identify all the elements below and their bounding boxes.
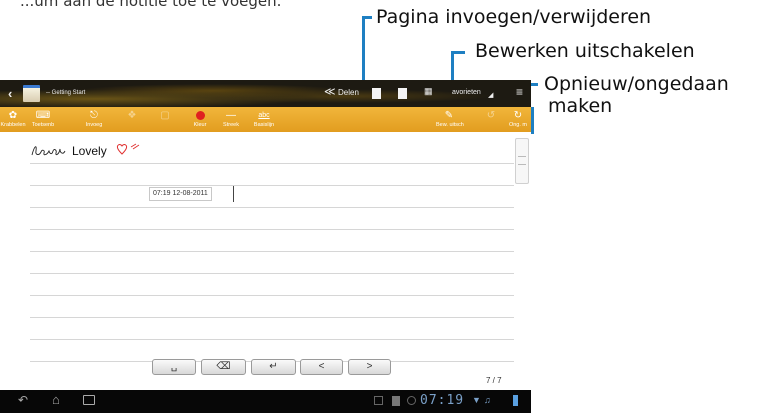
toolbar-undo[interactable]: ↺ xyxy=(478,109,504,131)
recent-apps-icon[interactable] xyxy=(83,395,95,405)
undo-icon: ↺ xyxy=(486,110,496,121)
scrollbar[interactable] xyxy=(515,138,529,184)
cursor-right-key[interactable]: > xyxy=(348,359,391,375)
cursor-left-key[interactable]: < xyxy=(300,359,343,375)
status-time: 07:19 xyxy=(420,393,465,408)
share-icon[interactable]: ≪ xyxy=(324,87,336,98)
app-screenshot: ‹ -- Getting Start ≪ Delen ▦ avorieten ◢… xyxy=(0,80,531,413)
toolbar-baseline[interactable]: abc Basislijn xyxy=(251,109,277,131)
menu-icon[interactable]: ≡ xyxy=(516,86,523,98)
toolbar-scribble[interactable]: ✿ Krabbelen xyxy=(0,109,26,131)
timestamp-box: 07:19 12-08-2011 xyxy=(149,187,212,201)
keyboard-icon: ⌨ xyxy=(35,110,51,121)
back-icon[interactable]: ↶ xyxy=(18,393,28,407)
baseline-icon: abc xyxy=(258,112,270,119)
grid-view-icon[interactable]: ▦ xyxy=(424,87,433,96)
toolbar-disabled-2: ▢ xyxy=(152,109,178,131)
redo-icon: ↻ xyxy=(513,110,523,121)
system-nav-bar: ↶ ⌂ 07:19 ▼ ♫ xyxy=(0,390,531,413)
delete-page-icon[interactable] xyxy=(398,88,407,99)
toolbar-stroke[interactable]: — Streek xyxy=(218,109,244,131)
home-icon[interactable]: ⌂ xyxy=(52,392,60,407)
page-counter: 7 / 7 xyxy=(486,376,502,385)
share-label[interactable]: Delen xyxy=(338,89,359,97)
notification-icon xyxy=(407,396,416,405)
notebook-title: -- Getting Start xyxy=(46,90,86,96)
battery-icon xyxy=(513,395,518,406)
cut-off-instruction: ...um aan de notitie toe te voegen. xyxy=(20,0,282,10)
backspace-key[interactable]: ⌫ xyxy=(201,359,246,375)
insert-icon: ⎋ xyxy=(90,110,98,121)
back-chevron-icon[interactable]: ‹ xyxy=(8,87,12,100)
action-bar: ‹ -- Getting Start ≪ Delen ▦ avorieten ◢… xyxy=(0,80,531,107)
callout-label-page-insert-delete: Pagina invoegen/verwijderen xyxy=(376,6,652,28)
notification-icon xyxy=(392,396,400,406)
usb-icon: ♫ xyxy=(484,395,491,405)
wifi-icon: ▼ xyxy=(472,395,481,405)
enter-key[interactable]: ↵ xyxy=(251,359,296,375)
callout-label-redo-undo-2: maken xyxy=(548,95,613,117)
pen-icon: ✎ xyxy=(444,110,454,121)
toolbar-insert[interactable]: ⎋ Invoeg xyxy=(81,109,107,131)
disabled-tool-icon: ❖ xyxy=(127,110,137,121)
space-key[interactable]: ␣ xyxy=(152,359,196,375)
handwriting-lovely xyxy=(31,146,66,156)
dropdown-caret-icon[interactable]: ◢ xyxy=(488,92,493,99)
insert-page-icon[interactable] xyxy=(372,88,381,99)
toolbar-redo[interactable]: ↻ Ong. m xyxy=(505,109,531,131)
disabled-tool-icon: ▢ xyxy=(160,110,170,121)
notebook-thumbnail-icon[interactable] xyxy=(23,85,40,102)
favorites-label[interactable]: avorieten xyxy=(452,89,481,96)
note-toolbar: ✿ Krabbelen ⌨ Toetsenb ⎋ Invoeg ❖ ▢ Kleu… xyxy=(0,107,531,132)
toolbar-color[interactable]: Kleur xyxy=(187,109,213,131)
notification-icon xyxy=(374,396,383,405)
note-canvas[interactable]: Lovely 07:19 12-08-2011 ␣ ⌫ ↵ < > 7 / 7 xyxy=(0,132,531,390)
color-icon xyxy=(187,109,213,122)
toolbar-keyboard[interactable]: ⌨ Toetsenb xyxy=(30,109,56,131)
heart-doodle-icon xyxy=(117,143,140,155)
text-cursor xyxy=(233,186,234,202)
typed-text: Lovely xyxy=(72,144,107,158)
callout-label-disable-edit: Bewerken uitschakelen xyxy=(475,40,695,62)
toolbar-disable-edit[interactable]: ✎ Bew. uitsch xyxy=(436,109,464,131)
scribble-icon: ✿ xyxy=(8,110,18,121)
callout-label-redo-undo-1: Opnieuw/ongedaan xyxy=(544,73,729,95)
scrollbar-grip-icon xyxy=(518,156,526,165)
stroke-icon: — xyxy=(226,110,236,121)
toolbar-disabled-1: ❖ xyxy=(119,109,145,131)
